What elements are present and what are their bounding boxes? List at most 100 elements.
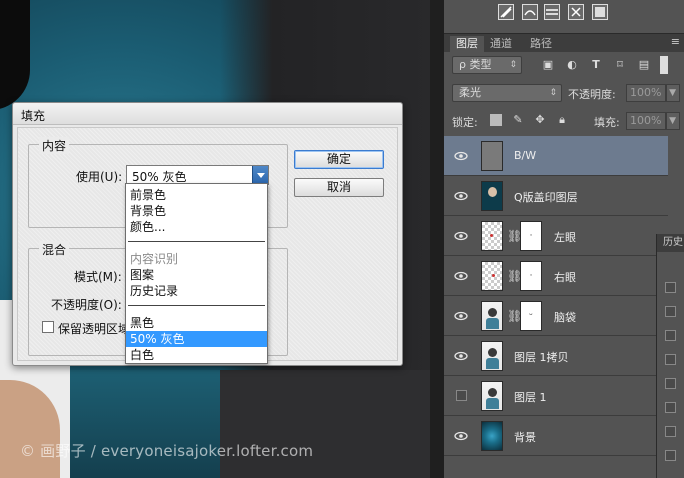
panel-gutter bbox=[430, 0, 444, 478]
layer-row-head[interactable]: ⛓︎ ᵕ 脑袋 bbox=[444, 296, 668, 336]
history-snapshot-checkbox[interactable] bbox=[665, 450, 676, 461]
ok-button[interactable]: 确定 bbox=[294, 150, 384, 169]
watermark: © 画野子 / everyoneisajoker.lofter.com bbox=[20, 442, 314, 460]
visibility-toggle-off[interactable] bbox=[456, 390, 467, 401]
brush-preset-icon[interactable] bbox=[498, 4, 514, 20]
layer-row-left-eye[interactable]: ⛓︎ · 左眼 bbox=[444, 216, 668, 256]
layer-thumbnail bbox=[481, 301, 503, 331]
tab-channels[interactable]: 通道 bbox=[484, 36, 518, 52]
eye-icon[interactable] bbox=[454, 429, 468, 443]
content-group-label: 内容 bbox=[39, 137, 70, 154]
tab-layers[interactable]: 图层 bbox=[450, 36, 484, 52]
layer-name: 右眼 bbox=[554, 271, 576, 284]
layer-filter-select[interactable]: ρ 类型 ⇕ bbox=[452, 56, 522, 74]
photo-background bbox=[70, 370, 230, 478]
dropdown-option-selected[interactable]: 50% 灰色 bbox=[126, 331, 267, 347]
history-snapshot-checkbox[interactable] bbox=[665, 330, 676, 341]
filter-smart-object-icon[interactable]: ▤ bbox=[638, 59, 650, 71]
eye-icon[interactable] bbox=[454, 189, 468, 203]
history-snapshot-checkbox[interactable] bbox=[665, 306, 676, 317]
history-snapshot-checkbox[interactable] bbox=[665, 282, 676, 293]
eye-icon[interactable] bbox=[454, 229, 468, 243]
layer-row-stamp[interactable]: Q版盖印图层 bbox=[444, 176, 668, 216]
dialog-titlebar[interactable]: 填充 bbox=[13, 103, 402, 125]
dropdown-separator bbox=[128, 241, 265, 242]
fill-field[interactable]: 100% bbox=[626, 112, 666, 130]
layer-mask-thumbnail[interactable]: · bbox=[520, 221, 542, 251]
cancel-button[interactable]: 取消 bbox=[294, 178, 384, 197]
layer-row-layer1-copy[interactable]: 图层 1拷贝 bbox=[444, 336, 668, 376]
dropdown-option: 内容识别 bbox=[130, 252, 179, 266]
filter-type-icon[interactable]: T bbox=[590, 59, 602, 71]
layer-thumbnail bbox=[481, 341, 503, 371]
chevron-updown-icon: ⇕ bbox=[509, 60, 517, 70]
opacity-value: 100% bbox=[630, 86, 662, 99]
layer-row-bw[interactable]: B/W bbox=[444, 136, 668, 176]
blend-mode-select[interactable]: 柔光 ⇕ bbox=[452, 84, 562, 102]
panel-menu-icon[interactable]: ≡ bbox=[671, 35, 680, 48]
chain-link-icon[interactable]: ⛓︎ bbox=[507, 269, 522, 283]
layer-mask-thumbnail[interactable]: · bbox=[520, 261, 542, 291]
eye-icon[interactable] bbox=[454, 309, 468, 323]
layer-thumbnail bbox=[481, 261, 503, 291]
layers-panel: 图层 通道 路径 ≡ ρ 类型 ⇕ ▣ ◐ T ⌑ ▤ 柔光 ⇕ 不透明度: 1… bbox=[444, 34, 684, 478]
layer-name: Q版盖印图层 bbox=[514, 191, 578, 204]
layer-name: B/W bbox=[514, 149, 537, 162]
chevron-down-icon: ▼ bbox=[669, 116, 676, 126]
dialog-title: 填充 bbox=[21, 109, 46, 123]
filter-pixel-icon[interactable]: ▣ bbox=[542, 59, 554, 71]
dropdown-option[interactable]: 图案 bbox=[126, 267, 267, 283]
clone-source-icon[interactable] bbox=[522, 4, 538, 20]
eye-icon[interactable] bbox=[454, 149, 468, 163]
canvas-pasteboard bbox=[220, 370, 430, 478]
dropdown-option[interactable]: 历史记录 bbox=[126, 283, 267, 299]
filter-toggle-icon[interactable] bbox=[660, 56, 668, 74]
filter-adjustment-icon[interactable]: ◐ bbox=[566, 59, 578, 71]
layer-thumbnail bbox=[481, 141, 503, 171]
lock-brush-icon[interactable]: ✎ bbox=[512, 114, 524, 126]
fill-value: 100% bbox=[630, 114, 662, 127]
eye-icon[interactable] bbox=[454, 269, 468, 283]
gradient-icon[interactable] bbox=[544, 4, 560, 20]
layer-row-background[interactable]: 背景 bbox=[444, 416, 668, 456]
panel-tabs: 图层 通道 路径 ≡ bbox=[444, 34, 684, 52]
lock-label: 锁定: bbox=[452, 116, 478, 129]
history-snapshot-checkbox[interactable] bbox=[665, 378, 676, 389]
dropdown-option[interactable]: 前景色 bbox=[126, 187, 267, 203]
layer-row-layer1[interactable]: 图层 1 bbox=[444, 376, 668, 416]
dropdown-option[interactable]: 颜色... bbox=[126, 219, 267, 235]
close-square-icon[interactable] bbox=[568, 4, 584, 20]
eye-icon[interactable] bbox=[454, 349, 468, 363]
opacity-label: 不透明度: bbox=[568, 88, 616, 101]
opacity-label: 不透明度(O): bbox=[51, 298, 122, 312]
history-snapshot-checkbox[interactable] bbox=[665, 354, 676, 365]
use-select[interactable]: 50% 灰色 bbox=[126, 165, 269, 185]
tab-paths[interactable]: 路径 bbox=[524, 36, 558, 52]
preserve-transparency-checkbox[interactable] bbox=[42, 321, 54, 333]
history-panel-title[interactable]: 历史 bbox=[657, 234, 684, 252]
chain-link-icon[interactable]: ⛓︎ bbox=[507, 309, 522, 323]
history-snapshot-checkbox[interactable] bbox=[665, 402, 676, 413]
fill-dropdown[interactable]: ▼ bbox=[666, 112, 680, 130]
layer-thumbnail bbox=[481, 421, 503, 451]
layer-name: 左眼 bbox=[554, 231, 576, 244]
dropdown-option[interactable]: 白色 bbox=[126, 347, 267, 363]
chevron-down-icon[interactable] bbox=[252, 166, 268, 184]
dropdown-option[interactable]: 背景色 bbox=[126, 203, 267, 219]
chevron-down-icon: ▼ bbox=[669, 88, 676, 98]
filter-shape-icon[interactable]: ⌑ bbox=[614, 59, 626, 71]
chevron-updown-icon: ⇕ bbox=[549, 88, 557, 98]
opacity-field[interactable]: 100% bbox=[626, 84, 666, 102]
history-snapshot-checkbox[interactable] bbox=[665, 426, 676, 437]
lock-move-icon[interactable]: ✥ bbox=[534, 114, 546, 126]
lock-all-icon[interactable]: 🔒︎ bbox=[556, 114, 568, 126]
opacity-dropdown[interactable]: ▼ bbox=[666, 84, 680, 102]
lock-transparent-icon[interactable] bbox=[490, 114, 502, 126]
dropdown-option[interactable]: 黑色 bbox=[126, 315, 267, 331]
layer-row-right-eye[interactable]: ⛓︎ · 右眼 bbox=[444, 256, 668, 296]
layer-thumbnail bbox=[481, 181, 503, 211]
preserve-transparency-label: 保留透明区域 bbox=[58, 322, 131, 336]
swatch-square-icon[interactable] bbox=[592, 4, 608, 20]
layer-mask-thumbnail[interactable]: ᵕ bbox=[520, 301, 542, 331]
chain-link-icon[interactable]: ⛓︎ bbox=[507, 229, 522, 243]
